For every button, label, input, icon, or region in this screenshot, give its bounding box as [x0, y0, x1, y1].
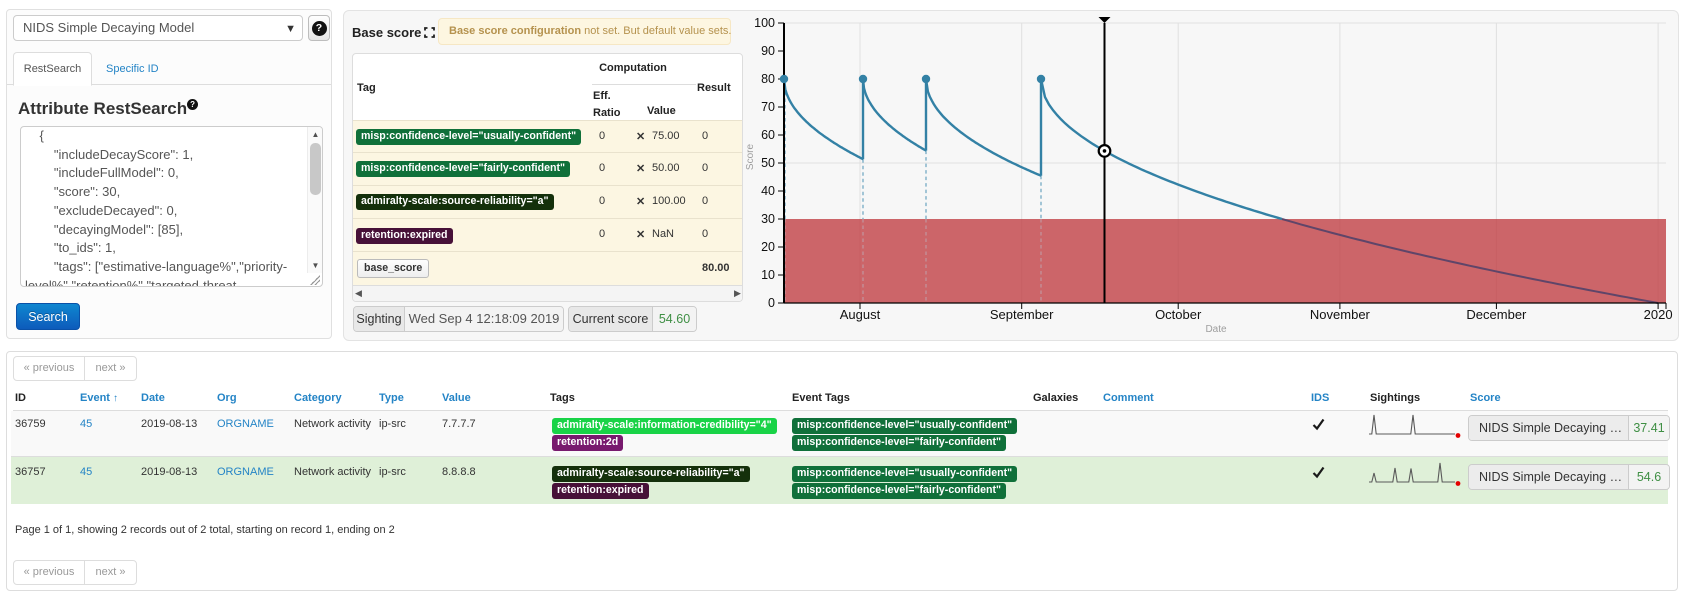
svg-text:2020: 2020 [1644, 307, 1673, 322]
svg-text:August: August [840, 307, 881, 322]
svg-text:December: December [1466, 307, 1527, 322]
svg-text:30: 30 [761, 212, 775, 226]
svg-text:70: 70 [761, 100, 775, 114]
svg-text:40: 40 [761, 184, 775, 198]
svg-text:50: 50 [761, 156, 775, 170]
svg-text:September: September [990, 307, 1054, 322]
svg-text:60: 60 [761, 128, 775, 142]
svg-text:80: 80 [761, 72, 775, 86]
svg-text:November: November [1310, 307, 1371, 322]
svg-text:20: 20 [761, 240, 775, 254]
svg-text:0: 0 [768, 296, 775, 310]
svg-text:October: October [1155, 307, 1202, 322]
svg-text:10: 10 [761, 268, 775, 282]
svg-text:90: 90 [761, 44, 775, 58]
svg-text:Score: Score [745, 144, 756, 171]
svg-text:100: 100 [754, 16, 775, 30]
svg-text:Date: Date [1205, 324, 1227, 335]
